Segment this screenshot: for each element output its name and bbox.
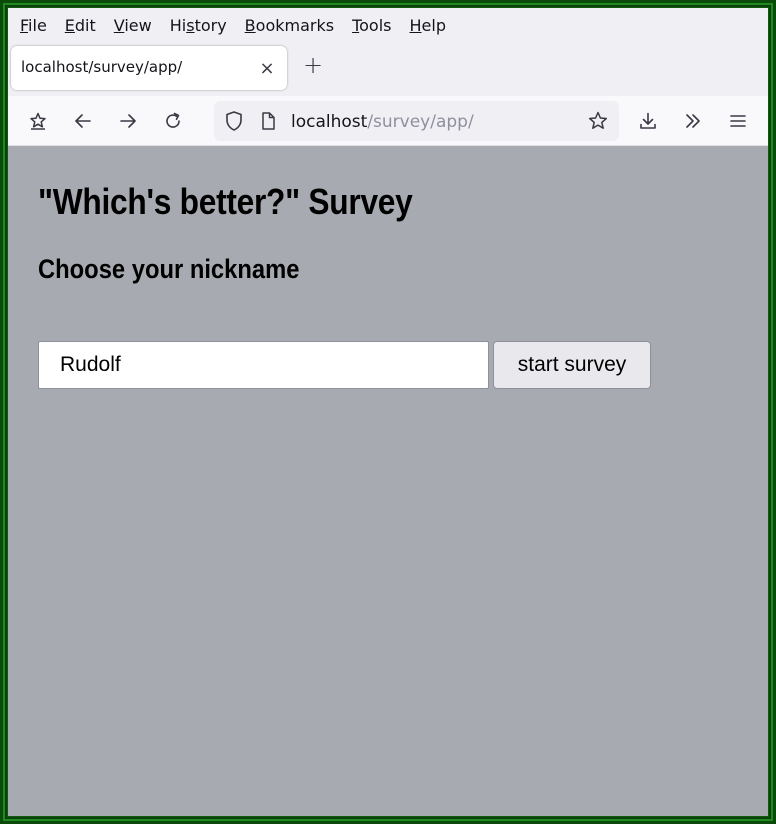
reload-icon[interactable] (157, 105, 189, 137)
tab-strip: localhost/survey/app/ × + (8, 42, 768, 96)
back-arrow-icon[interactable] (67, 105, 99, 137)
download-icon[interactable] (632, 105, 664, 137)
tab-active[interactable]: localhost/survey/app/ × (11, 46, 287, 90)
tab-sidebar-icon[interactable] (22, 105, 54, 137)
menu-bar: File Edit View History Bookmarks Tools H… (8, 8, 768, 42)
menu-file[interactable]: File (20, 16, 55, 35)
navigation-toolbar: localhost/survey/app/ (8, 96, 768, 146)
url-path: /survey/app/ (367, 112, 474, 132)
menu-view[interactable]: View (114, 16, 160, 35)
url-text[interactable]: localhost/survey/app/ (291, 112, 474, 132)
menu-tools[interactable]: Tools (352, 16, 399, 35)
url-bar[interactable]: localhost/survey/app/ (214, 101, 619, 141)
page-title: "Which's better?" Survey (38, 181, 413, 222)
page-icon[interactable] (256, 109, 280, 133)
nickname-input[interactable] (38, 341, 489, 389)
close-icon[interactable]: × (255, 56, 279, 80)
menu-history[interactable]: History (170, 16, 235, 35)
start-survey-button[interactable]: start survey (493, 341, 651, 389)
chevrons-right-icon[interactable] (677, 105, 709, 137)
menu-edit[interactable]: Edit (65, 16, 104, 35)
star-icon[interactable] (586, 109, 610, 133)
menu-bookmarks[interactable]: Bookmarks (245, 16, 342, 35)
forward-arrow-icon[interactable] (112, 105, 144, 137)
new-tab-button[interactable]: + (298, 50, 328, 80)
tab-title: localhost/survey/app/ (21, 58, 183, 76)
hamburger-menu-icon[interactable] (722, 105, 754, 137)
browser-window: File Edit View History Bookmarks Tools H… (8, 8, 768, 816)
tracking-shield-icon[interactable] (222, 109, 246, 133)
page-content: "Which's better?" Survey Choose your nic… (8, 147, 768, 816)
menu-help[interactable]: Help (410, 16, 454, 35)
url-host: localhost (291, 112, 368, 132)
nickname-heading: Choose your nickname (38, 254, 300, 284)
